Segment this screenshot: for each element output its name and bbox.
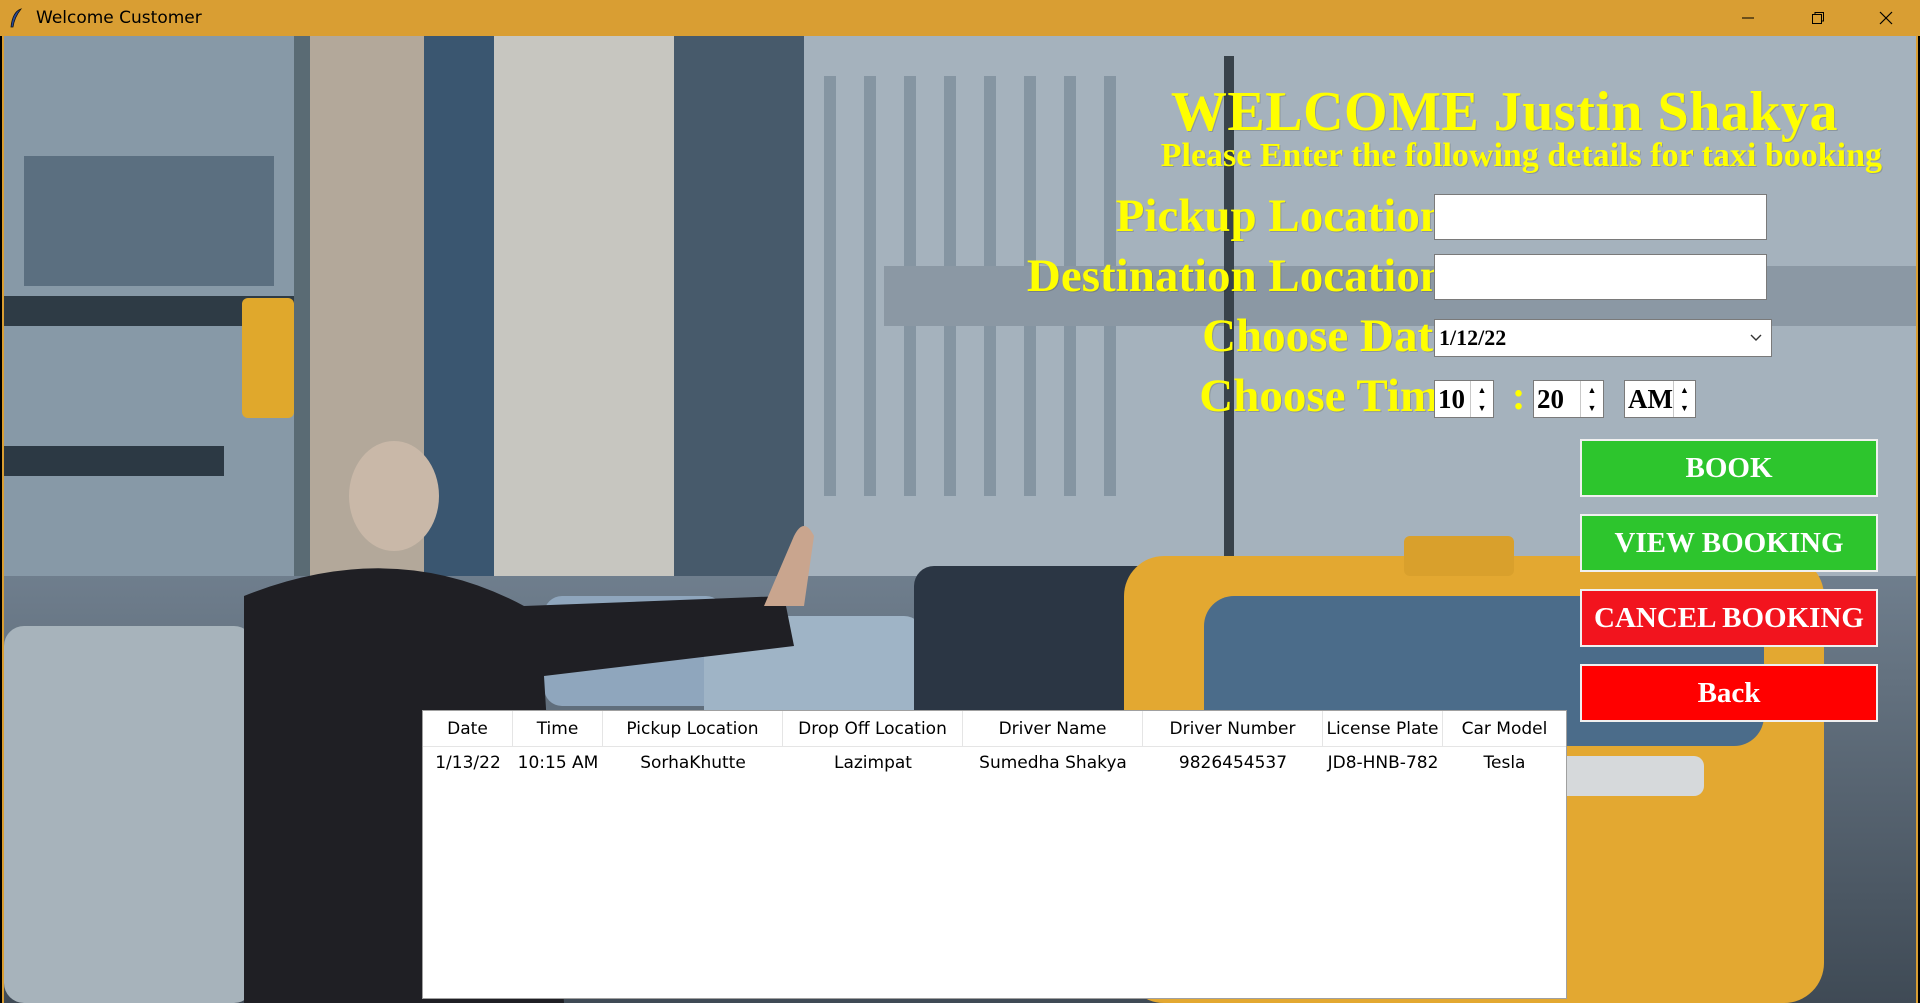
- date-value: 1/12/22: [1439, 325, 1507, 350]
- column-header[interactable]: Date: [423, 711, 513, 746]
- close-icon: [1879, 11, 1893, 25]
- view-booking-button[interactable]: VIEW BOOKING: [1580, 514, 1878, 572]
- column-header[interactable]: Car Model: [1443, 711, 1566, 746]
- spin-down-icon[interactable]: ▼: [1471, 399, 1493, 417]
- pickup-location-label: Pickup Location: [1115, 190, 1446, 242]
- chevron-down-icon[interactable]: [1741, 320, 1771, 356]
- choose-time-label: Choose Time: [1199, 370, 1460, 422]
- table-row[interactable]: 1/13/22 10:15 AM SorhaKhutte Lazimpat Su…: [423, 747, 1566, 779]
- spin-down-icon[interactable]: ▼: [1581, 399, 1603, 417]
- welcome-heading: WELCOME Justin Shakya: [1170, 81, 1838, 143]
- spin-down-icon[interactable]: ▼: [1674, 399, 1695, 417]
- minute-value: 20: [1537, 383, 1564, 414]
- table-cell: Tesla: [1483, 753, 1526, 773]
- destination-location-label: Destination Location: [1026, 250, 1446, 302]
- maximize-button[interactable]: [1784, 0, 1852, 36]
- restore-icon: [1812, 12, 1824, 24]
- ampm-spinbox[interactable]: AM ▲ ▼: [1624, 380, 1696, 418]
- time-separator: :: [1512, 373, 1526, 418]
- minute-spinbox[interactable]: 20 ▲ ▼: [1533, 380, 1604, 418]
- column-header[interactable]: License Plate: [1323, 711, 1443, 746]
- table-cell: 1/13/22: [435, 753, 501, 773]
- spin-up-icon[interactable]: ▲: [1674, 381, 1695, 399]
- hour-value: 10: [1438, 383, 1465, 414]
- minimize-button[interactable]: [1714, 0, 1782, 36]
- pickup-location-input[interactable]: [1434, 194, 1767, 240]
- column-header[interactable]: Time: [513, 711, 603, 746]
- column-header[interactable]: Pickup Location: [603, 711, 783, 746]
- feather-icon: [6, 7, 26, 29]
- cancel-booking-button[interactable]: CANCEL BOOKING: [1580, 589, 1878, 647]
- table-cell: Lazimpat: [834, 753, 912, 773]
- hour-spinbox[interactable]: 10 ▲ ▼: [1434, 380, 1494, 418]
- table-cell: 9826454537: [1178, 753, 1288, 773]
- date-picker[interactable]: 1/12/22: [1434, 319, 1772, 357]
- instructions-subtitle: Please Enter the following details for t…: [1160, 137, 1882, 174]
- window-title: Welcome Customer: [36, 8, 202, 28]
- choose-date-label: Choose Date: [1202, 310, 1454, 362]
- back-button[interactable]: Back: [1580, 664, 1878, 722]
- column-header[interactable]: Driver Number: [1143, 711, 1323, 746]
- table-cell: JD8-HNB-782: [1327, 753, 1439, 773]
- table-cell: Sumedha Shakya: [979, 753, 1127, 773]
- spin-up-icon[interactable]: ▲: [1581, 381, 1603, 399]
- table-cell: SorhaKhutte: [640, 753, 746, 773]
- table-cell: 10:15 AM: [517, 753, 599, 773]
- spin-up-icon[interactable]: ▲: [1471, 381, 1493, 399]
- title-bar[interactable]: Welcome Customer: [0, 0, 1920, 36]
- ampm-value: AM: [1628, 383, 1673, 414]
- destination-location-input[interactable]: [1434, 254, 1767, 300]
- column-header[interactable]: Drop Off Location: [783, 711, 963, 746]
- close-button[interactable]: [1852, 0, 1920, 36]
- minimize-icon: [1742, 17, 1754, 19]
- column-header[interactable]: Driver Name: [963, 711, 1143, 746]
- table-header: Date Time Pickup Location Drop Off Locat…: [423, 711, 1566, 747]
- window-client-area: WELCOME Justin Shakya Please Enter the f…: [2, 36, 1918, 1003]
- book-button[interactable]: BOOK: [1580, 439, 1878, 497]
- bookings-table[interactable]: Date Time Pickup Location Drop Off Locat…: [422, 710, 1567, 999]
